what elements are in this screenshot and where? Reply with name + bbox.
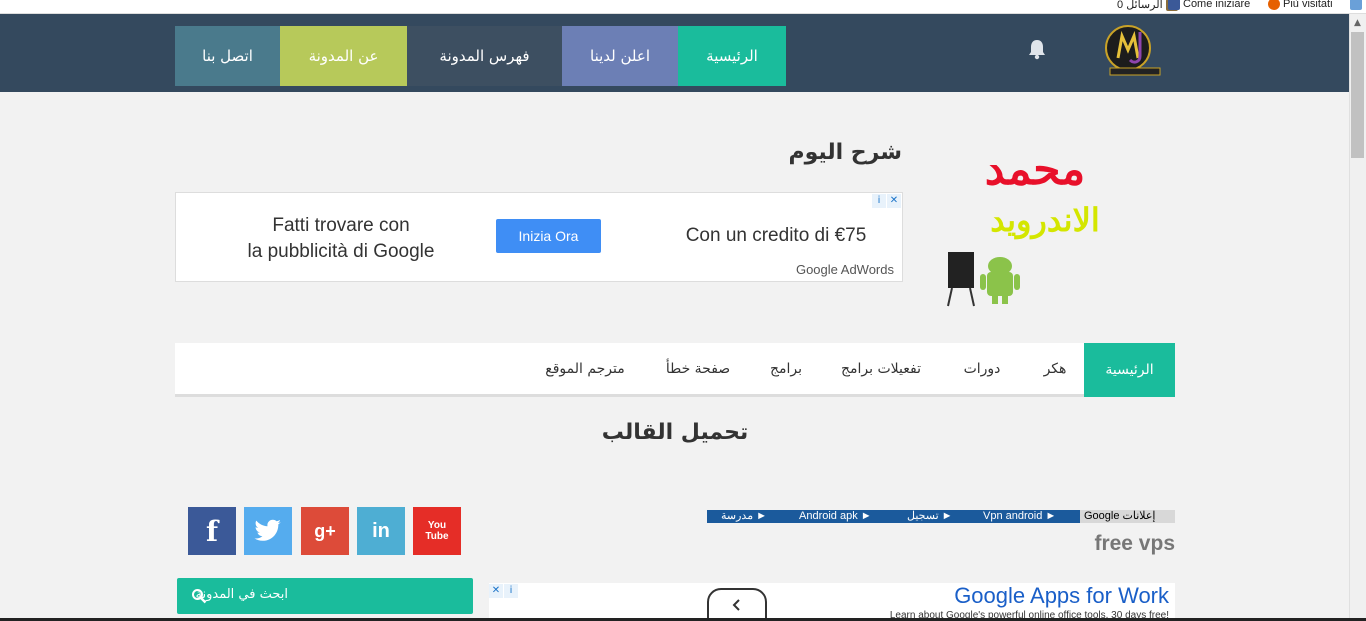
bell-icon[interactable]	[1027, 38, 1047, 60]
twitter-icon	[254, 519, 281, 541]
ad-brand: Google AdWords	[795, 262, 894, 277]
mainnav-label: دورات	[963, 360, 1001, 377]
bookmark-piu-visitati[interactable]: Più visitati	[1268, 0, 1333, 10]
mainnav-label: صفحة خطأ	[665, 360, 731, 377]
youtube-icon: You Tube	[425, 520, 449, 542]
social-twitter-button[interactable]	[244, 507, 292, 555]
social-facebook-button[interactable]: f	[188, 507, 236, 555]
topnav-index[interactable]: فهرس المدونة	[407, 26, 562, 86]
social-googleplus-button[interactable]: g+	[301, 507, 349, 555]
search-icon[interactable]	[191, 588, 207, 604]
facebook-icon	[1168, 0, 1180, 10]
bookmark-label: Più visitati	[1283, 0, 1333, 10]
ad-left-line1: Fatti trovare con	[272, 215, 410, 236]
mainnav-label: برامج	[769, 360, 803, 377]
adchoices-info-icon[interactable]: i	[872, 194, 886, 208]
bookmark-come-iniziare[interactable]: Come iniziare	[1168, 0, 1250, 10]
brand-art-line2: الاندرويد	[990, 201, 1100, 239]
header-title: شرح اليوم	[788, 140, 902, 165]
mainnav-activations[interactable]: تفعيلات برامج	[823, 343, 939, 394]
ad-prev-button[interactable]	[707, 588, 767, 621]
mainnav-label: الرئيسية	[1105, 362, 1154, 378]
mainnav-error-page[interactable]: صفحة خطأ	[658, 343, 738, 394]
adchoices-close-icon[interactable]: ✕	[887, 194, 901, 208]
ad-left-line2: la pubblicità di Google	[247, 241, 435, 262]
topnav-contact[interactable]: اتصل بنا	[175, 26, 280, 86]
chevron-left-icon	[732, 599, 740, 611]
ad-link[interactable]: Android apk ►	[799, 510, 872, 523]
google-ad-banner[interactable]: Fatti trovare con la pubblicità di Googl…	[175, 192, 903, 282]
topnav-label: اتصل بنا	[202, 47, 253, 65]
mainnav-label: تفعيلات برامج	[841, 360, 921, 377]
scrollbar-thumb[interactable]	[1351, 32, 1364, 158]
mainnav-translator[interactable]: مترجم الموقع	[535, 343, 635, 394]
ad-link[interactable]: Vpn android ►	[983, 510, 1056, 523]
topnav-label: عن المدونة	[308, 47, 379, 65]
topnav-home[interactable]: الرئيسية	[678, 26, 786, 86]
ad-links-bar: مدرسة ► Android apk ► تسجيل ► Vpn androi…	[707, 510, 1175, 523]
adchoices[interactable]: ✕ i	[489, 584, 518, 598]
topnav-label: فهرس المدونة	[439, 47, 530, 65]
google-ads-tag[interactable]: Google إعلانات	[1080, 510, 1175, 523]
linkedin-icon: in	[372, 519, 390, 542]
mainnav-hacker[interactable]: هكر	[1030, 343, 1080, 394]
search-box[interactable]: ابحث في المدونة	[177, 578, 473, 614]
ad-left-text: Fatti trovare con la pubblicità di Googl…	[206, 213, 476, 265]
ad-link[interactable]: مدرسة ►	[721, 510, 767, 523]
ad-title[interactable]: Google Apps for Work	[954, 583, 1169, 609]
brand-art-line1: محمد	[984, 144, 1086, 195]
bookmark-label: 0 الرسائل	[1117, 0, 1163, 11]
bookmark-extra[interactable]	[1350, 0, 1362, 10]
bookmarks-bar: 0 الرسائل Come iniziare Più visitati	[0, 0, 1366, 14]
social-linkedin-button[interactable]: in	[357, 507, 405, 555]
ad-link[interactable]: تسجيل ►	[907, 510, 953, 523]
adchoices-close-icon[interactable]: ✕	[489, 584, 503, 598]
brand-artwork: محمد الاندرويد	[940, 140, 1125, 310]
search-placeholder: ابحث في المدونة	[195, 587, 288, 602]
scroll-up-arrow-icon[interactable]: ▲	[1349, 14, 1366, 31]
google-apps-ad[interactable]: ✕ i Google Apps for Work Learn about Goo…	[489, 583, 1175, 621]
facebook-icon: f	[205, 514, 219, 548]
mainnav-label: هكر	[1043, 360, 1067, 377]
topnav-about[interactable]: عن المدونة	[280, 26, 407, 86]
page-root: 0 الرسائل Come iniziare Più visitati الر…	[0, 0, 1366, 621]
social-youtube-button[interactable]: You Tube	[413, 507, 461, 555]
post-title: تحميل القالب	[601, 420, 749, 445]
ad-cta-button[interactable]: Inizia Ora	[496, 219, 601, 253]
adchoices-info-icon[interactable]: i	[504, 584, 518, 598]
bookmark-label: Come iniziare	[1183, 0, 1251, 10]
mainnav-home[interactable]: الرئيسية	[1084, 343, 1175, 397]
adchoices[interactable]: i ✕	[872, 194, 901, 208]
topnav-label: الرئيسية	[706, 47, 758, 65]
topnav-advertise[interactable]: اعلن لدينا	[562, 26, 678, 86]
mainnav-label: مترجم الموقع	[545, 360, 625, 377]
bookmarks-folder-icon	[1350, 0, 1362, 10]
topnav-label: اعلن لدينا	[590, 47, 650, 65]
main-nav: الرئيسية هكر دورات تفعيلات برامج برامج ص…	[175, 343, 1175, 397]
firefox-icon	[1268, 0, 1280, 10]
top-navbar: الرئيسية اعلن لدينا فهرس المدونة عن المد…	[0, 14, 1349, 92]
google-plus-icon: g+	[314, 520, 336, 541]
mainnav-courses[interactable]: دورات	[955, 343, 1009, 394]
site-logo-icon[interactable]	[1100, 18, 1164, 82]
sidebar-section-title: free vps	[1094, 532, 1175, 555]
ad-right-text: Con un credito di €75	[685, 225, 867, 246]
mainnav-programs[interactable]: برامج	[760, 343, 812, 394]
